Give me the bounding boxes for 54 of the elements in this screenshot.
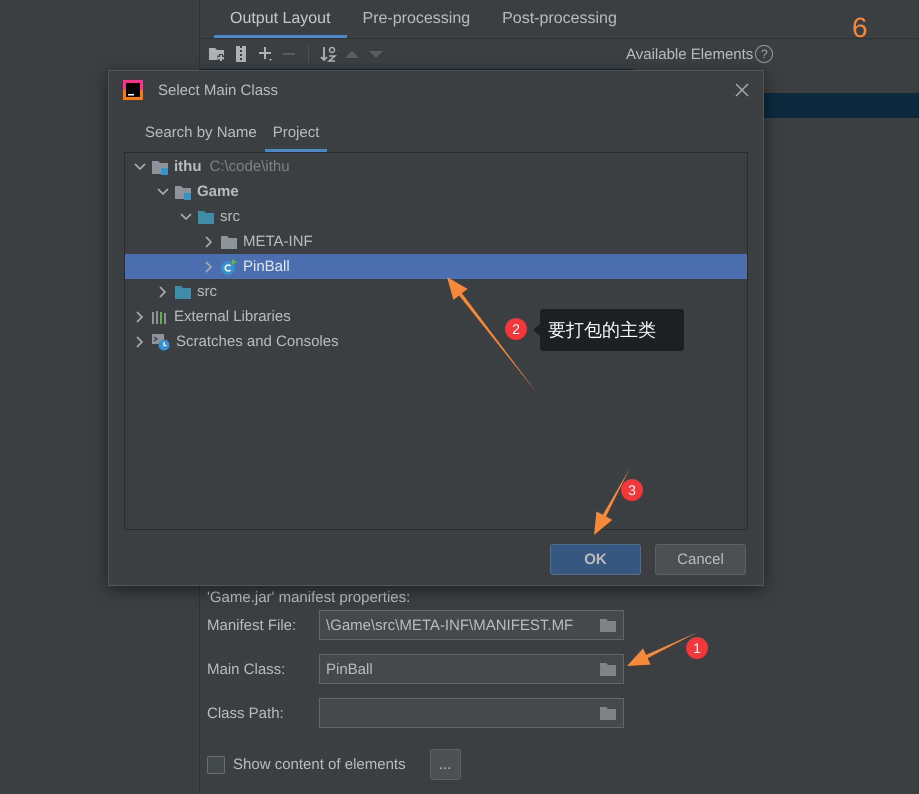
field-label: Manifest File: <box>207 616 298 634</box>
checkbox-label: Show content of elements <box>233 756 406 773</box>
annotation-arrow <box>594 468 630 535</box>
add-folder-icon[interactable] <box>208 45 226 63</box>
app-logo-icon <box>123 80 143 100</box>
module-folder-icon <box>174 184 192 200</box>
expand-chevron-icon[interactable] <box>157 286 169 298</box>
cancel-button[interactable]: Cancel <box>655 544 746 575</box>
folder-icon <box>220 234 238 250</box>
tree-item[interactable]: Game <box>125 179 239 204</box>
tree-item[interactable]: External Libraries <box>125 304 291 329</box>
step-badge: 1 <box>686 637 708 659</box>
tree-item[interactable]: META-INF <box>125 229 313 254</box>
step-number: 6 <box>852 12 868 44</box>
tree-item[interactable]: Scratches and Consoles <box>125 329 339 354</box>
tree-item[interactable]: src <box>125 279 217 304</box>
folder-icon[interactable] <box>599 705 617 721</box>
sort-icon[interactable] <box>319 45 337 63</box>
tab[interactable]: Search by Name <box>137 122 265 152</box>
tree-item[interactable]: PinBall <box>125 254 747 279</box>
checkbox[interactable] <box>207 756 225 774</box>
class-icon <box>220 258 238 276</box>
close-icon[interactable] <box>735 83 749 97</box>
field-label: Class Path: <box>207 704 285 722</box>
tree-item[interactable]: ithu C:\code\ithu <box>125 154 290 179</box>
panel-title: Available Elements <box>626 46 754 62</box>
more-button[interactable]: ... <box>430 749 461 780</box>
input-field[interactable]: PinBall <box>319 654 624 684</box>
tab[interactable]: Pre-processing <box>346 0 486 38</box>
input-field[interactable] <box>319 698 624 728</box>
source-folder-icon <box>174 284 192 300</box>
source-folder-icon <box>197 208 215 224</box>
collapse-chevron-icon[interactable] <box>134 160 146 172</box>
libraries-icon <box>151 308 169 324</box>
expand-chevron-icon[interactable] <box>203 236 215 248</box>
callout-label: 要打包的主类 <box>540 309 684 351</box>
dialog-title: Select Main Class <box>158 82 280 98</box>
field-label: Main Class: <box>207 660 286 678</box>
module-folder-icon <box>151 158 169 174</box>
ok-button[interactable]: OK <box>550 544 641 575</box>
collapse-chevron-icon[interactable] <box>157 186 169 198</box>
expand-chevron-icon[interactable] <box>134 336 146 348</box>
help-icon[interactable]: ? <box>755 45 774 63</box>
clock-icon <box>151 332 171 350</box>
collapse-chevron-icon[interactable] <box>180 210 192 222</box>
folder-icon[interactable] <box>599 617 617 633</box>
section-heading: 'Game.jar' manifest properties: <box>207 589 412 607</box>
tab[interactable]: Post-processing <box>486 0 633 38</box>
input-field[interactable]: \Game\src\META-INF\MANIFEST.MF <box>319 610 624 640</box>
tree-item[interactable]: src <box>125 204 240 229</box>
tab[interactable]: Output Layout <box>214 0 347 38</box>
add-icon[interactable] <box>256 45 274 63</box>
folder-icon[interactable] <box>599 661 617 677</box>
expand-chevron-icon[interactable] <box>134 310 146 322</box>
